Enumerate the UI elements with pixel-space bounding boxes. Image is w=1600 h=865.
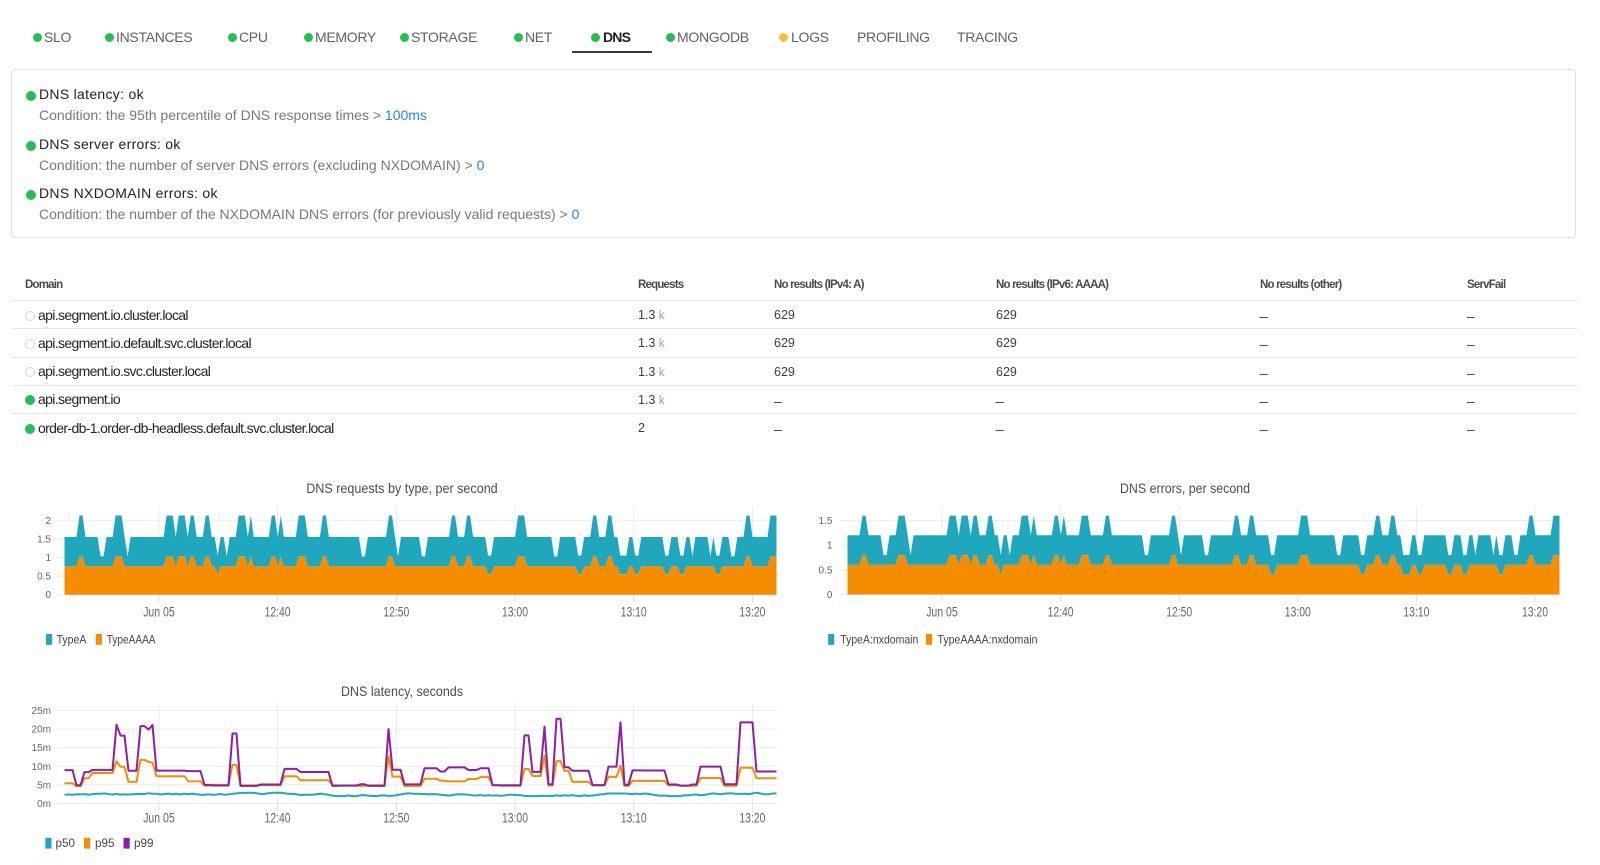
svg-text:13:10: 13:10: [621, 811, 647, 826]
svg-text:5m: 5m: [37, 780, 51, 791]
svg-text:p50: p50: [56, 836, 76, 850]
svg-text:TypeAAAA:nxdomain: TypeAAAA:nxdomain: [938, 632, 1038, 646]
svg-text:Jun 05: Jun 05: [926, 605, 958, 620]
svg-text:13:00: 13:00: [502, 605, 528, 620]
svg-text:10m: 10m: [32, 762, 51, 773]
svg-text:1.5: 1.5: [818, 516, 832, 527]
svg-text:1.5: 1.5: [37, 534, 51, 545]
svg-text:13:20: 13:20: [739, 605, 765, 620]
svg-text:12:40: 12:40: [265, 811, 291, 826]
svg-text:12:50: 12:50: [383, 811, 409, 826]
svg-text:p95: p95: [95, 836, 115, 850]
svg-text:13:10: 13:10: [621, 605, 647, 620]
svg-text:20m: 20m: [32, 725, 51, 736]
svg-text:Jun 05: Jun 05: [143, 605, 175, 620]
svg-text:0.5: 0.5: [818, 565, 832, 576]
svg-text:25m: 25m: [32, 706, 51, 717]
svg-text:TypeAAAA: TypeAAAA: [107, 632, 156, 646]
svg-text:12:40: 12:40: [1048, 605, 1074, 620]
svg-text:13:20: 13:20: [739, 811, 765, 826]
svg-text:p99: p99: [134, 836, 154, 850]
svg-text:TypeA: TypeA: [57, 632, 87, 646]
svg-text:12:40: 12:40: [265, 605, 291, 620]
svg-text:0: 0: [827, 590, 833, 601]
svg-text:0: 0: [45, 590, 51, 601]
svg-text:0m: 0m: [37, 799, 51, 810]
svg-text:DNS requests by type, per seco: DNS requests by type, per second: [306, 480, 498, 496]
svg-text:TypeA:nxdomain: TypeA:nxdomain: [840, 632, 918, 646]
svg-text:13:10: 13:10: [1403, 605, 1429, 620]
svg-text:DNS latency, seconds: DNS latency, seconds: [341, 683, 463, 699]
svg-text:Jun 05: Jun 05: [143, 811, 175, 826]
svg-text:1: 1: [827, 541, 833, 552]
svg-text:15m: 15m: [32, 743, 51, 754]
svg-text:13:20: 13:20: [1522, 605, 1548, 620]
svg-text:DNS errors, per second: DNS errors, per second: [1120, 480, 1250, 496]
svg-text:12:50: 12:50: [383, 605, 409, 620]
svg-text:2: 2: [45, 516, 51, 527]
svg-text:13:00: 13:00: [502, 811, 528, 826]
svg-text:0.5: 0.5: [37, 572, 51, 583]
svg-text:13:00: 13:00: [1285, 605, 1311, 620]
svg-text:1: 1: [45, 553, 51, 564]
svg-text:12:50: 12:50: [1166, 605, 1192, 620]
